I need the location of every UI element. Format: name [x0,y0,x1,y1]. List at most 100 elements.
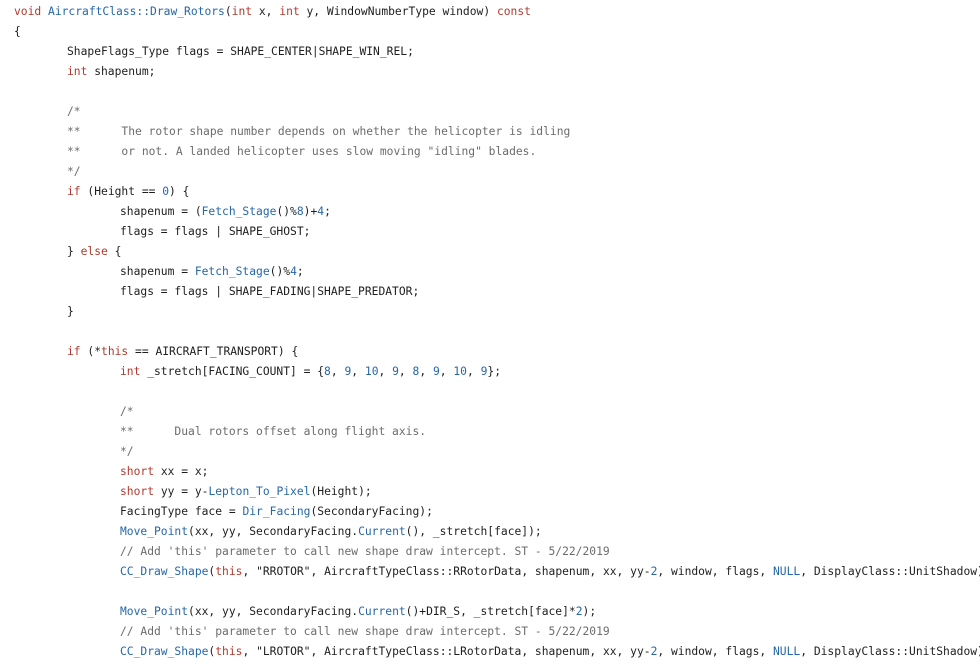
keyword-token: if [67,345,81,358]
code-token: , [378,365,393,378]
code-token: (Height); [310,485,372,498]
function-token: Fetch_Stage [194,265,270,278]
code-token: _stretch[FACING_COUNT] = { [140,365,325,378]
keyword-token: void [14,5,49,18]
comment-token: /* [120,405,134,418]
function-token: Lepton_To_Pixel [208,485,311,498]
code-token: ); [582,605,597,618]
code-line: void AircraftClass::Draw_Rotors(int x, i… [0,2,980,22]
comment-token: ** or not. A landed helicopter uses slow… [67,145,537,158]
keyword-token: int [120,365,141,378]
code-line: ** The rotor shape number depends on whe… [0,122,980,142]
code-token: flags = flags | SHAPE_FADING|SHAPE_PREDA… [120,285,420,298]
keyword-token: int [67,65,88,78]
code-token: , [439,365,454,378]
code-token: , AircraftTypeClass::LRotorData, shapenu… [310,645,651,658]
code-line: /* [0,102,980,122]
code-line: Move_Point(xx, yy, SecondaryFacing.Curre… [0,602,980,622]
function-token: AircraftClass::Draw_Rotors [48,5,225,18]
keyword-token: this [215,645,243,658]
code-line: /* [0,402,980,422]
keyword-token: else [80,245,108,258]
code-token: { [14,25,21,38]
comment-token: /* [67,105,81,118]
code-token: , [466,365,481,378]
code-line: if (*this == AIRCRAFT_TRANSPORT) { [0,342,980,362]
function-token: Fetch_Stage [201,205,277,218]
code-view[interactable]: void AircraftClass::Draw_Rotors(int x, i… [0,0,980,669]
function-token: NULL [773,565,801,578]
function-token: Current [358,605,406,618]
function-token: NULL [773,645,801,658]
code-line: ** Dual rotors offset along flight axis. [0,422,980,442]
keyword-token: int [231,5,253,18]
code-line: FacingType face = Dir_Facing(SecondaryFa… [0,502,980,522]
code-token: y, WindowNumberType window) [299,5,497,18]
code-token: , [351,365,365,378]
code-token: ()% [269,265,291,278]
function-token: Dir_Facing [242,505,311,518]
number-token: 4 [290,265,297,278]
number-token: 9 [392,365,399,378]
number-token: 2 [575,605,583,618]
function-token: CC_Draw_Shape [120,565,209,578]
code-line: shapenum = (Fetch_Stage()%8)+4; [0,202,980,222]
comment-token: // Add 'this' parameter to call new shap… [120,545,610,558]
string-token: "RROTOR" [256,565,311,578]
function-token: Move_Point [120,605,189,618]
code-token: }; [487,365,502,378]
code-token: (Height == [80,185,163,198]
code-line: int shapenum; [0,62,980,82]
code-line: { [0,22,980,42]
number-token: 8 [324,365,331,378]
code-token: (SecondaryFacing); [310,505,433,518]
code-line: shapenum = Fetch_Stage()%4; [0,262,980,282]
code-token: , [330,365,345,378]
code-line: CC_Draw_Shape(this, "LROTOR", AircraftTy… [0,642,980,662]
code-token: ShapeFlags_Type flags = SHAPE_CENTER|SHA… [67,45,414,58]
code-line: } [0,302,980,322]
code-token: , DisplayClass::UnitShadow); [800,565,980,578]
code-line: int _stretch[FACING_COUNT] = {8, 9, 10, … [0,362,980,382]
code-line: } else { [0,242,980,262]
code-token: )+ [303,205,318,218]
code-line: */ [0,162,980,182]
comment-token: // Add 'this' parameter to call new shap… [120,625,610,638]
code-token: shapenum = [120,265,195,278]
code-token: ; [324,205,331,218]
code-token: (), _stretch[face]); [405,525,542,538]
code-token: (xx, yy, SecondaryFacing. [188,525,359,538]
code-line: short xx = x; [0,462,980,482]
function-token: CC_Draw_Shape [120,645,209,658]
keyword-token: const [496,5,531,18]
function-token: Move_Point [120,525,189,538]
code-token: shapenum; [87,65,156,78]
code-token: , AircraftTypeClass::RRotorData, shapenu… [310,565,651,578]
code-token: } [67,245,81,258]
code-line: flags = flags | SHAPE_FADING|SHAPE_PREDA… [0,282,980,302]
comment-token: */ [120,445,134,458]
code-token: == AIRCRAFT_TRANSPORT) { [128,345,299,358]
code-token: , window, flags, [657,645,773,658]
code-line: */ [0,442,980,462]
code-token: , [398,365,413,378]
code-line: // Add 'this' parameter to call new shap… [0,542,980,562]
code-line: ** or not. A landed helicopter uses slow… [0,142,980,162]
code-token: ()+DIR_S, _stretch[face]* [405,605,576,618]
code-token: { [107,245,122,258]
function-token: Current [358,525,406,538]
keyword-token: short [120,485,155,498]
code-token: (xx, yy, SecondaryFacing. [188,605,359,618]
code-token: ; [296,265,304,278]
keyword-token: int [279,5,300,18]
code-token: shapenum = ( [120,205,202,218]
comment-token: */ [67,165,81,178]
code-line: flags = flags | SHAPE_GHOST; [0,222,980,242]
code-token: ()% [276,205,297,218]
code-line: // Add 'this' parameter to call new shap… [0,622,980,642]
keyword-token: this [215,565,243,578]
comment-token: ** Dual rotors offset along flight axis. [120,425,427,438]
